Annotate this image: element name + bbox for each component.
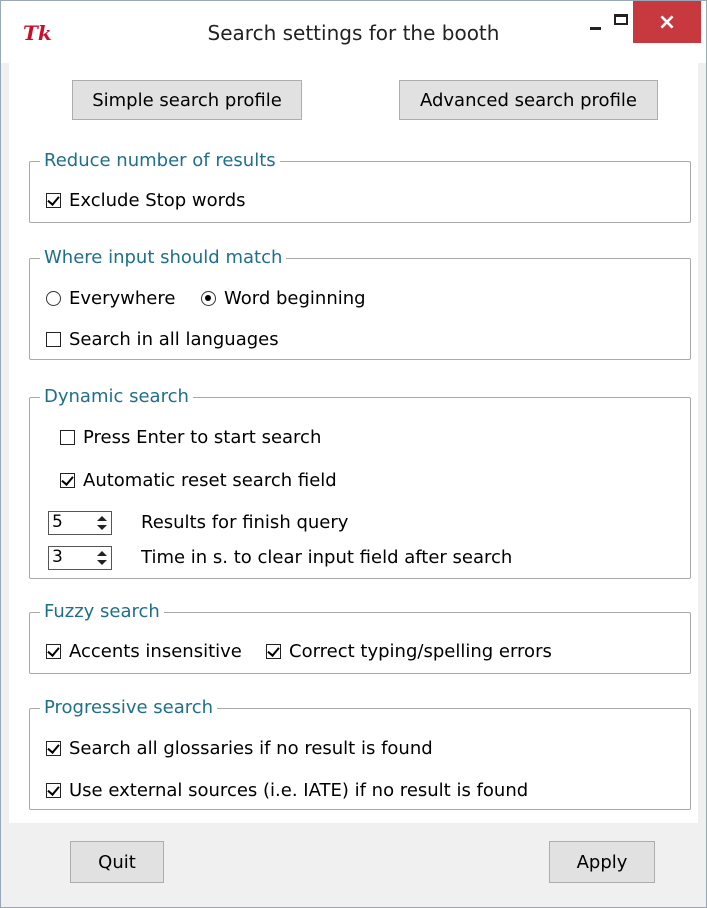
search-all-glossaries-checkbox[interactable]: Search all glossaries if no result is fo… — [46, 736, 433, 760]
advanced-search-profile-button[interactable]: Advanced search profile — [399, 80, 658, 120]
results-count-label: Results for finish query — [141, 512, 349, 533]
results-count-value[interactable]: 5 — [49, 512, 93, 534]
correct-typing-checkbox[interactable]: Correct typing/spelling errors — [266, 639, 552, 663]
reduce-results-legend: Reduce number of results — [40, 150, 280, 172]
close-icon: × — [657, 10, 677, 35]
quit-button[interactable]: Quit — [70, 841, 164, 883]
press-enter-label: Press Enter to start search — [83, 426, 322, 448]
match-group: Where input should match Everywhere Word… — [29, 247, 691, 360]
progressive-search-legend: Progressive search — [40, 697, 218, 719]
automatic-reset-label: Automatic reset search field — [83, 469, 337, 491]
correct-typing-label: Correct typing/spelling errors — [289, 640, 552, 662]
accents-insensitive-label: Accents insensitive — [69, 640, 242, 662]
everywhere-label: Everywhere — [69, 287, 176, 309]
clear-time-value[interactable]: 3 — [49, 547, 93, 569]
radio-word-beginning[interactable]: Word beginning — [201, 286, 366, 310]
checkbox-icon[interactable] — [46, 782, 61, 798]
minimize-icon — [590, 27, 601, 30]
maximize-icon — [614, 14, 628, 25]
word-beginning-label: Word beginning — [224, 287, 366, 309]
dynamic-search-group: Dynamic search Press Enter to start sear… — [29, 386, 691, 579]
search-all-glossaries-label: Search all glossaries if no result is fo… — [69, 737, 433, 759]
external-sources-checkbox[interactable]: Use external sources (i.e. IATE) if no r… — [46, 778, 528, 802]
checkbox-icon[interactable] — [46, 740, 61, 756]
exclude-stop-words-checkbox[interactable]: Exclude Stop words — [46, 188, 246, 212]
dynamic-search-legend: Dynamic search — [40, 386, 193, 408]
progressive-search-group: Progressive search Search all glossaries… — [29, 697, 691, 810]
checkbox-icon[interactable] — [266, 643, 281, 659]
exclude-stop-words-label: Exclude Stop words — [69, 189, 246, 211]
clear-time-spinbox[interactable]: 3 — [48, 546, 112, 570]
spin-arrows-icon[interactable] — [93, 512, 111, 534]
apply-button[interactable]: Apply — [549, 841, 655, 883]
title-bar[interactable]: Tk Search settings for the booth × — [1, 1, 706, 63]
search-all-languages-checkbox[interactable]: Search in all languages — [46, 327, 279, 351]
results-count-spinbox[interactable]: 5 — [48, 511, 112, 535]
clear-time-label: Time in s. to clear input field after se… — [141, 547, 513, 568]
close-button[interactable]: × — [633, 1, 701, 43]
reduce-results-group: Reduce number of results Exclude Stop wo… — [29, 150, 691, 223]
checkbox-icon[interactable] — [46, 643, 61, 659]
radio-everywhere[interactable]: Everywhere — [46, 286, 175, 310]
simple-search-profile-button[interactable]: Simple search profile — [72, 80, 302, 120]
checkbox-icon[interactable] — [46, 331, 61, 347]
search-all-languages-label: Search in all languages — [69, 328, 279, 350]
spin-arrows-icon[interactable] — [93, 547, 111, 569]
radio-icon[interactable] — [46, 290, 61, 306]
accents-insensitive-checkbox[interactable]: Accents insensitive — [46, 639, 242, 663]
checkbox-icon[interactable] — [60, 429, 75, 445]
settings-window: Tk Search settings for the booth × Simpl… — [0, 0, 707, 908]
settings-panel: Simple search profile Advanced search pr… — [9, 63, 698, 823]
match-legend: Where input should match — [40, 247, 287, 269]
checkbox-icon[interactable] — [46, 192, 61, 208]
automatic-reset-checkbox[interactable]: Automatic reset search field — [60, 468, 337, 492]
minimize-button[interactable] — [583, 1, 609, 41]
fuzzy-search-group: Fuzzy search Accents insensitive Correct… — [29, 601, 691, 674]
radio-selected-icon[interactable] — [201, 290, 216, 306]
fuzzy-search-legend: Fuzzy search — [40, 601, 164, 623]
press-enter-checkbox[interactable]: Press Enter to start search — [60, 425, 321, 449]
checkbox-icon[interactable] — [60, 472, 75, 488]
external-sources-label: Use external sources (i.e. IATE) if no r… — [69, 779, 529, 801]
